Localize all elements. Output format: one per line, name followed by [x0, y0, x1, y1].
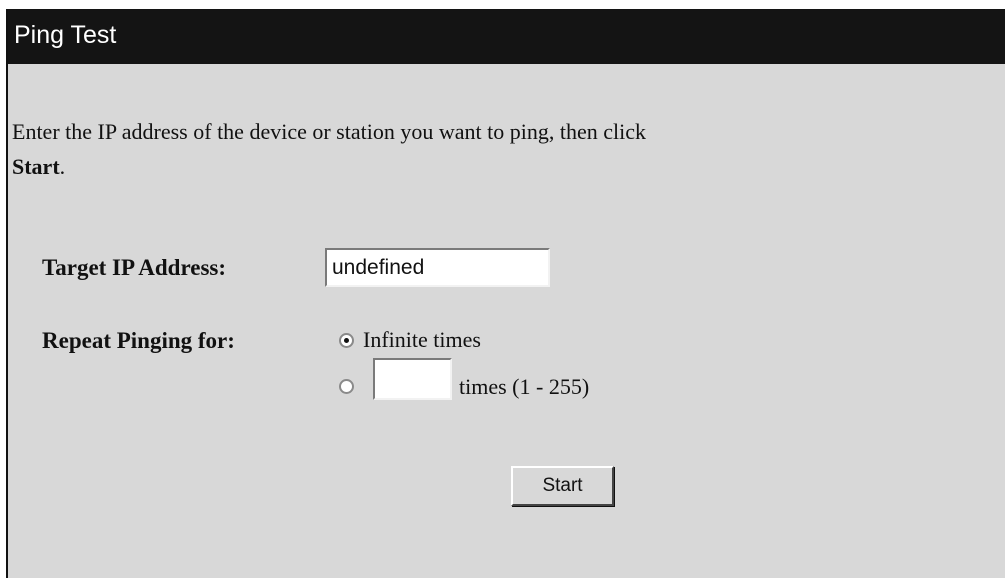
infinite-times-radio[interactable]: [339, 333, 354, 348]
ping-test-panel: Ping Test Enter the IP address of the de…: [6, 9, 1005, 578]
times-range-label: times (1 - 255): [459, 374, 590, 399]
ping-count-input[interactable]: [373, 358, 452, 400]
repeat-pinging-label: Repeat Pinging for:: [42, 328, 235, 353]
infinite-times-label: Infinite times: [363, 327, 481, 352]
instructions-period: .: [59, 154, 66, 179]
instructions-start-word: Start: [12, 154, 60, 179]
start-button[interactable]: Start: [511, 466, 614, 506]
title-bar: Ping Test: [8, 9, 1005, 64]
radio-selected-dot: [344, 338, 349, 343]
target-ip-input[interactable]: [325, 248, 550, 287]
instructions-text: Enter the IP address of the device or st…: [12, 114, 646, 184]
count-times-radio[interactable]: [339, 379, 354, 394]
page-title: Ping Test: [14, 21, 117, 49]
target-ip-label: Target IP Address:: [42, 255, 227, 280]
instructions-main: Enter the IP address of the device or st…: [12, 119, 646, 144]
